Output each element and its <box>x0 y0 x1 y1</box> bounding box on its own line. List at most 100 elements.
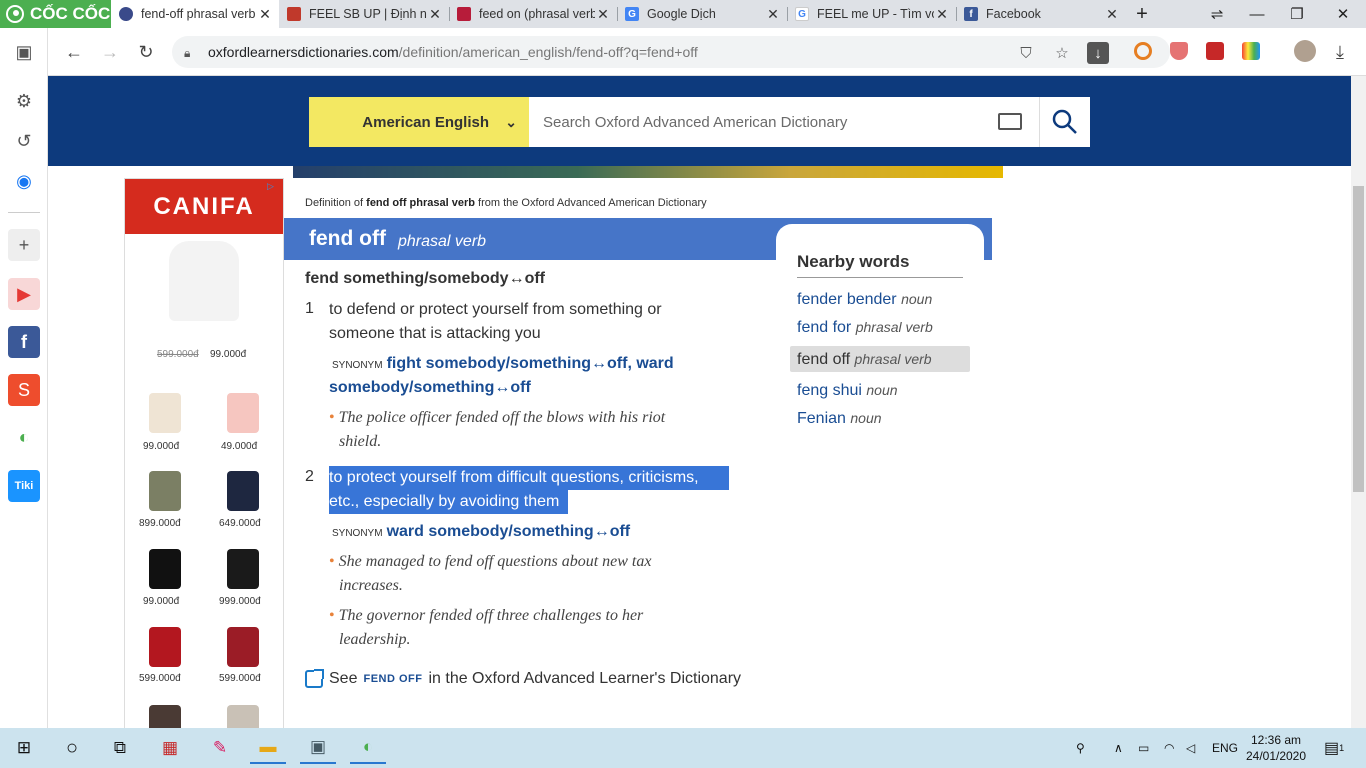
see-also-link[interactable]: See FEND OFF in the Oxford Advanced Lear… <box>305 669 741 688</box>
add-panel-icon[interactable]: + <box>8 229 40 261</box>
nearby-word-link[interactable]: fend for phrasal verb <box>790 314 970 340</box>
synonym-link[interactable]: ward somebody/something↔off <box>387 523 631 540</box>
search-circle-icon[interactable]: ○ <box>54 732 90 764</box>
forward-arrow-icon[interactable]: → <box>98 40 122 64</box>
sidebar-ad[interactable]: CANIFA ▷ 599.000đ 99.000đ 99.000đ 49.000… <box>124 178 284 728</box>
task-view-icon[interactable]: ⧉ <box>102 732 138 764</box>
settings-gear-icon[interactable]: ⚙ <box>8 85 40 117</box>
ad-old-price: 599.000đ <box>157 349 199 360</box>
nearby-word-link[interactable]: feng shui noun <box>790 377 970 403</box>
language-select[interactable]: American English ⌄ <box>309 97 529 147</box>
ad-product-image[interactable] <box>227 549 259 589</box>
ad-product-image[interactable] <box>149 549 181 589</box>
close-icon[interactable]: ✕ <box>595 6 611 23</box>
back-arrow-icon[interactable]: ← <box>62 40 86 64</box>
file-explorer-icon[interactable]: ▬ <box>250 732 286 764</box>
shopee-icon[interactable]: S <box>8 374 40 406</box>
search-button[interactable] <box>1039 97 1090 147</box>
youtube-icon[interactable]: ▶ <box>8 278 40 310</box>
sidebar-toggle-icon[interactable]: ▣ <box>8 36 40 68</box>
adchoices-icon[interactable]: ▷ <box>267 181 281 193</box>
people-icon[interactable]: ⚲ <box>1076 728 1085 768</box>
chevron-down-icon: ⌄ <box>505 114 517 130</box>
keyboard-icon[interactable] <box>998 113 1022 130</box>
input-language[interactable]: ENG <box>1212 728 1238 768</box>
nearby-word: fend off <box>797 351 851 368</box>
reload-icon[interactable]: ↻ <box>134 40 158 64</box>
nearby-word-current[interactable]: fend off phrasal verb <box>790 346 970 372</box>
tab-facebook[interactable]: f Facebook ✕ <box>956 0 1126 28</box>
sense-definition: to defend or protect yourself from somet… <box>329 301 662 318</box>
clock-date: 24/01/2020 <box>1245 749 1307 763</box>
tab-google-dich[interactable]: G Google Dịch ✕ <box>617 0 787 28</box>
coccoc-ext-icon[interactable] <box>1134 42 1152 60</box>
ad-product-image[interactable] <box>149 705 181 728</box>
notification-icon[interactable]: ▤ 1 <box>1324 728 1344 768</box>
close-icon[interactable]: ✕ <box>257 6 273 23</box>
red-extension-icon[interactable] <box>1206 42 1224 60</box>
nearby-word: fender bender <box>797 291 897 308</box>
tab-feel-me-up[interactable]: G FEEL me UP - Tìm với ✕ <box>787 0 956 28</box>
nearby-word-link[interactable]: Fenian noun <box>790 405 970 431</box>
address-bar[interactable]: 🔒︎ oxfordlearnersdictionaries.com/defini… <box>172 36 1170 68</box>
tab-fend-off[interactable]: fend-off phrasal verb ✕ <box>111 0 279 28</box>
ad-product-image[interactable] <box>149 627 181 667</box>
tray-chevron-icon[interactable]: ∧ <box>1114 728 1123 768</box>
verb-frame: fend something/somebody↔off <box>305 270 545 287</box>
minimize-button[interactable]: — <box>1237 0 1277 28</box>
bookmark-star-icon[interactable]: ☆ <box>1051 42 1073 64</box>
close-icon[interactable]: ✕ <box>427 6 443 23</box>
ad-product-image[interactable] <box>227 705 259 728</box>
ad-product-image[interactable] <box>227 471 259 511</box>
restore-button[interactable]: ❐ <box>1277 0 1317 28</box>
system-clock[interactable]: 12:36 am 24/01/2020 <box>1238 732 1314 764</box>
ad-product-image[interactable] <box>227 627 259 667</box>
profile-avatar[interactable] <box>1294 40 1316 62</box>
tab-list-icon[interactable]: ⇌ <box>1197 0 1237 28</box>
tiki-icon[interactable]: Tiki <box>8 470 40 502</box>
synonym-link[interactable]: somebody/something↔off <box>329 379 531 396</box>
dictionary-search-input[interactable]: Search Oxford Advanced American Dictiona… <box>529 97 1039 147</box>
close-icon[interactable]: ✕ <box>765 6 781 23</box>
volume-icon[interactable]: ◁ <box>1186 728 1195 768</box>
close-window-button[interactable]: ✕ <box>1323 0 1363 28</box>
headword: fend off <box>309 227 386 250</box>
downloads-icon[interactable]: ⤓ <box>1328 40 1352 64</box>
tab-feel-sb-up[interactable]: FEEL SB UP | Định ng ✕ <box>279 0 449 28</box>
coccoc-logo-icon <box>6 5 24 23</box>
windows-start-icon[interactable]: ⊞ <box>6 732 42 764</box>
battery-icon[interactable]: ▭ <box>1138 728 1149 768</box>
messenger-icon[interactable]: ◉ <box>8 165 40 197</box>
coccoc-extension-icon[interactable]: ◐ <box>8 421 40 453</box>
new-tab-button[interactable]: + <box>1122 0 1162 28</box>
history-icon[interactable]: ↺ <box>8 125 40 157</box>
close-icon[interactable]: ✕ <box>1104 6 1120 23</box>
color-extension-icon[interactable] <box>1242 42 1260 60</box>
scrollbar-thumb[interactable] <box>1353 186 1364 492</box>
nearby-word-link[interactable]: fender bender noun <box>790 286 970 312</box>
browser-logo[interactable]: CỐC CỐC <box>0 0 111 28</box>
synonym-link[interactable]: fight somebody/something↔off, ward <box>387 355 674 372</box>
foxit-app-icon[interactable]: ▦ <box>152 732 188 764</box>
ad-hero-product[interactable] <box>169 241 239 321</box>
tab-label: FEEL me UP - Tìm với <box>817 7 934 21</box>
ad-product-image[interactable] <box>227 393 259 433</box>
facebook-icon[interactable]: f <box>8 326 40 358</box>
top-ad-banner[interactable] <box>293 166 1003 178</box>
bullet-icon: • <box>329 553 335 570</box>
adblock-shield-icon[interactable] <box>1170 42 1188 60</box>
wifi-icon[interactable]: ◠ <box>1164 728 1174 768</box>
synonym-line: SYNONYM fight somebody/something↔off, war… <box>332 352 674 378</box>
ad-product-image[interactable] <box>149 393 181 433</box>
app-window-icon[interactable]: ▣ <box>300 732 336 764</box>
tab-label: Facebook <box>986 7 1041 21</box>
ad-product-image[interactable] <box>149 471 181 511</box>
paint-app-icon[interactable]: ✎ <box>202 732 238 764</box>
vertical-scrollbar[interactable] <box>1351 76 1366 728</box>
close-icon[interactable]: ✕ <box>934 6 950 23</box>
ad-brand-logo: CANIFA <box>125 179 283 234</box>
coccoc-taskbar-icon[interactable]: ◐ <box>350 732 386 764</box>
tab-feed-on[interactable]: feed on (phrasal verb ✕ <box>449 0 617 28</box>
shield-icon[interactable]: ⛉ <box>1015 42 1037 64</box>
download-page-icon[interactable]: ↓ <box>1087 42 1109 64</box>
